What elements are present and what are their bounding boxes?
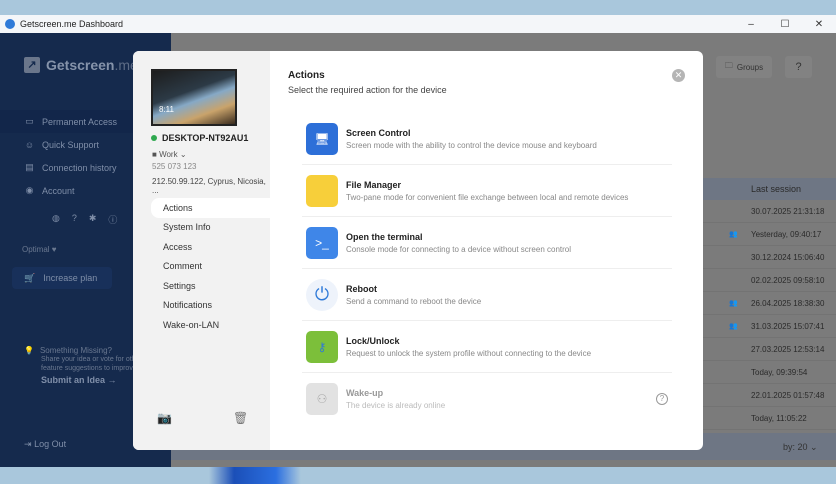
action-file-manager[interactable]: File Manager Two-pane mode for convenient…: [302, 165, 672, 217]
action-title: Lock/Unlock: [346, 335, 400, 346]
desktop-background: [0, 0, 836, 15]
trash-icon: 🗑: [233, 411, 249, 425]
tab-comment[interactable]: Comment: [151, 257, 270, 277]
info-icon[interactable]: ⓘ: [108, 213, 117, 226]
panel-subtitle: Select the required action for the devic…: [288, 85, 447, 95]
last-session-cell: Today, 11:05:22: [751, 414, 807, 423]
action-description: Two-pane mode for convenient file exchan…: [346, 192, 629, 202]
help-button[interactable]: ?: [785, 56, 812, 78]
action-lock-unlock[interactable]: ⚷ Lock/Unlock Request to unlock the system…: [302, 321, 672, 373]
action-reboot[interactable]: ⏻ Reboot Send a command to reboot the devi…: [302, 269, 672, 321]
last-session-cell: 27.03.2025 12:53:14: [751, 345, 825, 354]
close-window-button[interactable]: ✕: [802, 19, 836, 30]
action-description: The device is already online: [346, 401, 446, 410]
action-title: Screen Control: [346, 127, 411, 138]
tab-actions[interactable]: Actions: [151, 198, 270, 218]
device-location: 212.50.99.122, Cyprus, Nicosia, ...: [152, 177, 266, 195]
users-icon: 👥: [729, 323, 738, 330]
action-title: File Manager: [346, 179, 402, 190]
tab-system-info[interactable]: System Info: [151, 218, 270, 238]
tab-wake-on-lan[interactable]: Wake-on-LAN: [151, 315, 270, 335]
tab-access[interactable]: Access: [151, 237, 270, 257]
history-icon: ▤: [25, 162, 34, 172]
logo-arrow-icon: ↗: [24, 57, 40, 73]
help-icon[interactable]: ?: [72, 213, 77, 226]
laptop-icon: 🖥: [306, 122, 338, 155]
heart-icon: ♥: [51, 245, 57, 254]
device-screenshot[interactable]: 8:11: [151, 69, 237, 126]
action-title: Wake-up: [346, 388, 384, 398]
last-session-cell: 22.01.2025 01:57:48: [751, 391, 825, 400]
users-icon: 👥: [729, 231, 738, 238]
device-name: DESKTOP-NT92AU1: [151, 133, 248, 143]
folder-gear-icon: 🗀: [724, 61, 733, 70]
device-id: 525 073 123: [152, 162, 197, 171]
users-icon: 👥: [729, 300, 738, 307]
socket-icon: ⚇: [306, 383, 338, 415]
action-open-the-terminal[interactable]: >_ Open the terminal Console mode for conn…: [302, 217, 672, 269]
app-logo-icon: [5, 19, 15, 29]
action-title: Open the terminal: [346, 231, 423, 242]
key-shield-icon: ⚷: [306, 330, 338, 363]
last-session-cell: 30.12.2024 15:06:40: [751, 253, 825, 262]
panel-title: Actions: [288, 70, 325, 81]
window-title: Getscreen.me Dashboard: [20, 19, 124, 29]
power-icon: ⏻: [306, 278, 338, 311]
action-description: Send a command to reboot the device: [346, 296, 482, 306]
settings-icon[interactable]: ✱: [89, 213, 97, 226]
action-screen-control[interactable]: 🖥 Screen Control Screen mode with the abil…: [302, 113, 672, 165]
last-session-cell: 31.03.2025 15:07:41: [751, 322, 825, 331]
plan-label: Optimal ♥: [22, 245, 57, 254]
brand-logo: ↗ Getscreen .me: [24, 57, 138, 73]
action-wake-up: ⚇ Wake-up The device is already online?: [302, 373, 672, 425]
help-icon[interactable]: ?: [656, 393, 668, 405]
logout-button[interactable]: ⇥ Log Out: [24, 439, 66, 450]
last-session-cell: 02.02.2025 09:58:10: [751, 276, 825, 285]
last-session-cell: 30.07.2025 21:31:18: [751, 207, 825, 216]
device-group-select[interactable]: ■ Work ⌄: [152, 150, 187, 159]
last-session-cell: Yesterday, 09:40:17: [751, 230, 822, 239]
close-icon: ✕: [674, 70, 683, 80]
per-page-select[interactable]: by: 20 ⌄: [783, 442, 818, 453]
lightbulb-icon: 💡: [24, 346, 34, 355]
action-title: Reboot: [346, 283, 377, 294]
taskbar-background: [0, 467, 836, 484]
close-modal-button[interactable]: ✕: [672, 69, 685, 82]
cart-icon: 🛒: [24, 272, 36, 283]
tab-notifications[interactable]: Notifications: [151, 296, 270, 316]
logout-icon: ⇥: [24, 439, 32, 449]
maximize-button[interactable]: ☐: [768, 19, 802, 30]
action-description: Screen mode with the ability to control …: [346, 140, 597, 150]
question-icon: ?: [795, 61, 802, 73]
groups-button[interactable]: 🗀 Groups: [716, 56, 772, 78]
minimize-button[interactable]: –: [734, 19, 768, 30]
tab-settings[interactable]: Settings: [151, 276, 270, 296]
folder-icon: ■: [152, 150, 157, 159]
actions-panel: Actions Select the required action for t…: [270, 51, 703, 450]
increase-plan-button[interactable]: 🛒 Increase plan: [12, 267, 112, 289]
action-description: Request to unlock the system profile wit…: [346, 348, 592, 358]
device-panel: 8:11 DESKTOP-NT92AU1 ■ Work ⌄ 525 073 12…: [133, 51, 270, 450]
folder-icon: [306, 174, 338, 207]
account-icon: ◉: [25, 185, 34, 195]
camera-icon[interactable]: ◍: [52, 213, 60, 226]
camera-icon: 📷: [157, 411, 172, 425]
device-modal: 8:11 DESKTOP-NT92AU1 ■ Work ⌄ 525 073 12…: [133, 51, 703, 450]
screenshot-button[interactable]: 📷: [157, 411, 172, 425]
delete-device-button[interactable]: 🗑: [233, 411, 248, 425]
window-titlebar: Getscreen.me Dashboard – ☐ ✕: [0, 15, 836, 33]
action-description: Console mode for connecting to a device …: [346, 244, 572, 254]
online-status-dot: [151, 135, 157, 141]
last-session-cell: 26.04.2025 18:38:30: [751, 299, 825, 308]
devices-icon: ▭: [25, 116, 34, 126]
support-icon: ☺: [24, 139, 35, 150]
last-session-cell: Today, 09:39:54: [751, 368, 808, 377]
terminal-icon: >_: [306, 226, 338, 259]
